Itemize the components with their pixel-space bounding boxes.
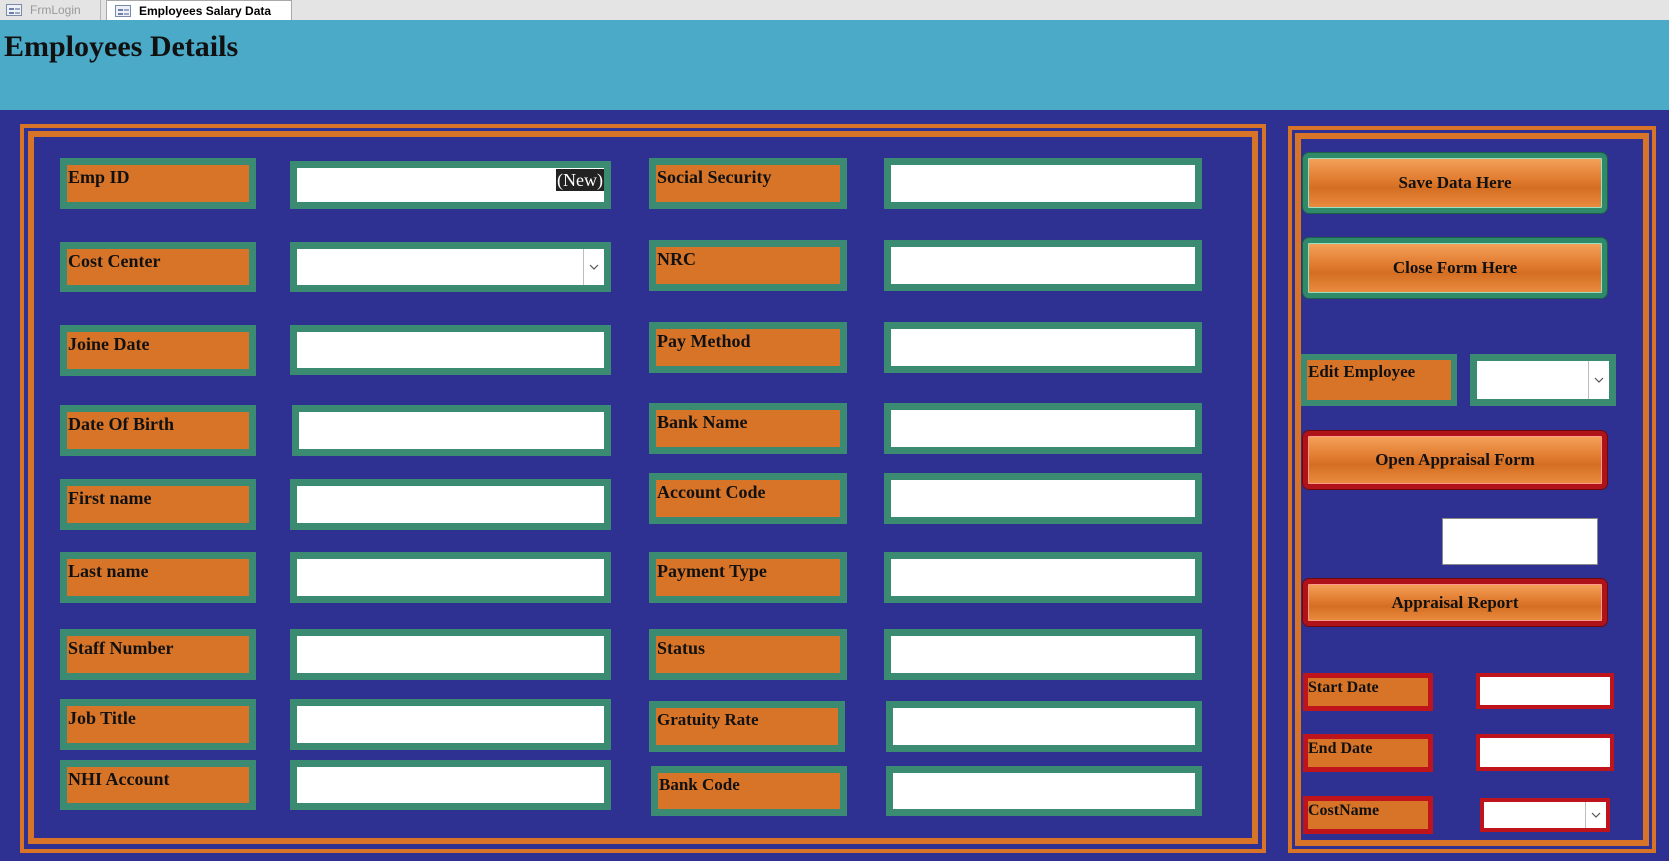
nhi-account-label: NHI Account [60, 760, 256, 810]
joine-date-label: Joine Date [60, 325, 256, 376]
cost-name-label: CostName [1303, 796, 1433, 834]
save-data-button[interactable]: Save Data Here [1303, 153, 1607, 213]
form-icon [115, 5, 131, 17]
social-security-label: Social Security [649, 158, 847, 209]
account-code-label: Account Code [649, 473, 847, 524]
start-date-field[interactable] [1476, 673, 1614, 709]
payment-type-field[interactable] [884, 552, 1202, 603]
edit-employee-label: Edit Employee [1301, 354, 1457, 406]
page-title: Employees Details [4, 30, 239, 63]
tab-label: FrmLogin [30, 3, 81, 17]
emp-id-field[interactable]: (New) [290, 161, 611, 209]
tab-divider [100, 0, 101, 20]
account-code-field[interactable] [884, 473, 1202, 524]
gratuity-rate-field[interactable] [886, 701, 1202, 752]
chevron-down-icon[interactable] [1585, 802, 1606, 828]
tab-label: Employees Salary Data [139, 4, 272, 18]
pay-method-field[interactable] [884, 322, 1202, 373]
form-icon [6, 4, 22, 16]
tab-employees-salary-data[interactable]: Employees Salary Data [106, 0, 292, 21]
gratuity-rate-label: Gratuity Rate [649, 701, 845, 752]
staff-number-field[interactable] [290, 629, 611, 680]
date-of-birth-label: Date Of Birth [60, 405, 256, 456]
first-name-field[interactable] [290, 479, 611, 530]
status-field[interactable] [884, 629, 1202, 680]
edit-employee-select[interactable] [1470, 354, 1616, 406]
emp-id-label: Emp ID [60, 158, 256, 209]
document-tab-bar: FrmLogin Employees Salary Data [0, 0, 1669, 21]
new-record-indicator: (New) [556, 169, 604, 191]
chevron-down-icon[interactable] [583, 249, 604, 285]
nhi-account-field[interactable] [290, 760, 611, 810]
first-name-label: First name [60, 479, 256, 530]
bank-code-label: Bank Code [651, 766, 847, 816]
nrc-label: NRC [649, 240, 847, 291]
job-title-label: Job Title [60, 699, 256, 750]
bank-name-field[interactable] [884, 403, 1202, 454]
social-security-field[interactable] [884, 158, 1202, 209]
end-date-field[interactable] [1476, 734, 1614, 771]
start-date-label: Start Date [1303, 673, 1433, 711]
form-header: Employees Details [0, 20, 1669, 110]
cost-name-select[interactable] [1480, 798, 1610, 832]
appraisal-input[interactable] [1442, 518, 1598, 565]
nrc-field[interactable] [884, 240, 1202, 291]
close-form-button[interactable]: Close Form Here [1303, 238, 1607, 298]
last-name-label: Last name [60, 552, 256, 603]
job-title-field[interactable] [290, 699, 611, 750]
status-label: Status [649, 629, 847, 680]
last-name-field[interactable] [290, 552, 611, 603]
bank-name-label: Bank Name [649, 403, 847, 454]
joine-date-field[interactable] [290, 325, 611, 375]
open-appraisal-form-button[interactable]: Open Appraisal Form [1303, 431, 1607, 489]
tab-frmlogin[interactable]: FrmLogin [6, 0, 81, 20]
payment-type-label: Payment Type [649, 552, 847, 603]
pay-method-label: Pay Method [649, 322, 847, 373]
end-date-label: End Date [1303, 734, 1433, 772]
bank-code-field[interactable] [886, 766, 1202, 816]
staff-number-label: Staff Number [60, 629, 256, 680]
chevron-down-icon[interactable] [1588, 361, 1609, 399]
date-of-birth-field[interactable] [292, 405, 611, 456]
appraisal-report-button[interactable]: Appraisal Report [1303, 579, 1607, 626]
cost-center-label: Cost Center [60, 242, 256, 292]
cost-center-select[interactable] [290, 242, 611, 292]
